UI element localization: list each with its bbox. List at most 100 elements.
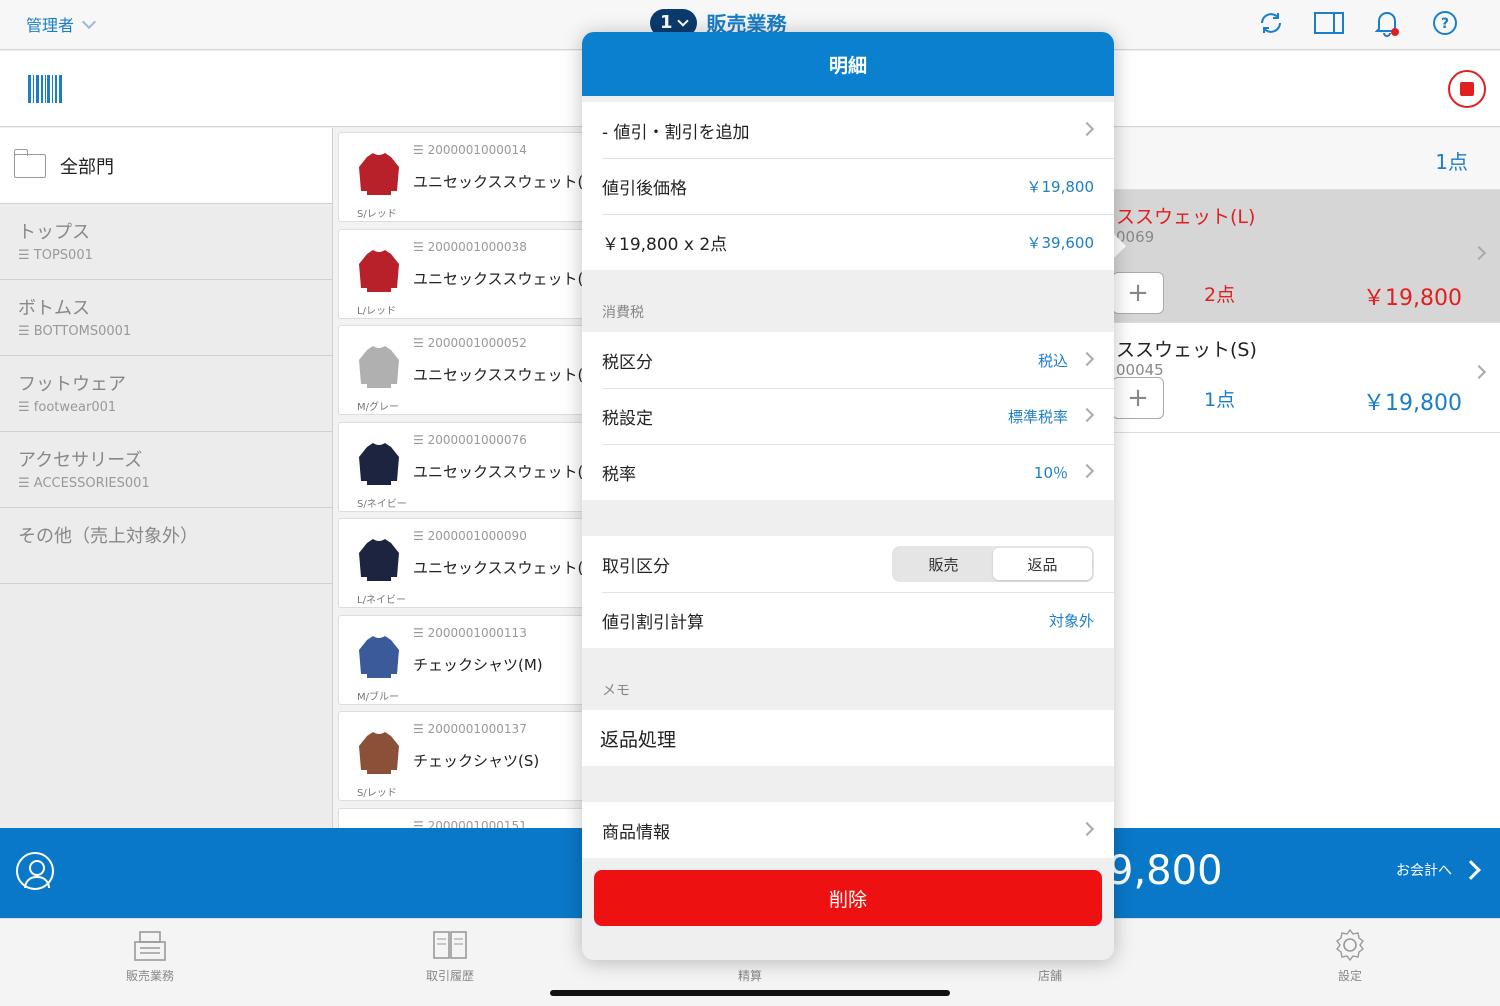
row-label: 税率	[602, 464, 636, 485]
tab-label: 取引履歴	[425, 969, 474, 983]
product-name: ユニセックススウェット(M	[413, 366, 588, 384]
discounted-price-row: 値引後価格 ￥19,800	[582, 158, 1114, 214]
stop-button[interactable]	[1448, 70, 1486, 108]
category-item[interactable]: アクセサリーズ ☰ ACCESSORIES001	[0, 432, 332, 508]
product-card[interactable]: ☰ 2000001000076 ユニセックススウェット(S S/ネイビー	[338, 421, 588, 512]
product-thumbnail	[359, 153, 399, 195]
product-code: ☰ 2000001000090	[413, 529, 527, 543]
barcode-icon[interactable]	[28, 75, 63, 103]
delete-button[interactable]: 削除	[594, 870, 1102, 926]
cart-count: 1点	[1435, 150, 1468, 174]
chevron-right-icon	[1079, 821, 1095, 837]
product-card[interactable]: ☰ 2000001000038 ユニセックススウェット(L L/レッド	[338, 228, 588, 319]
product-card[interactable]: ☰ 2000001000113 チェックシャツ(M) M/ブルー	[338, 614, 588, 705]
row-label: 値引割引計算	[602, 612, 704, 633]
register-icon	[132, 927, 168, 963]
row-label: - 値引・割引を追加	[602, 122, 750, 143]
category-item[interactable]: フットウェア ☰ footwear001	[0, 356, 332, 432]
product-code: ☰ 2000001000137	[413, 722, 527, 736]
product-thumbnail	[359, 249, 399, 292]
section-header-memo: メモ	[602, 683, 630, 699]
product-name: ユニセックススウェット(L	[413, 559, 588, 577]
product-variant: M/グレー	[357, 402, 399, 413]
chevron-right-icon	[1079, 463, 1095, 479]
product-variant: M/ブルー	[357, 691, 399, 703]
memo-field[interactable]: 返品処理	[582, 710, 1114, 766]
cart-row[interactable]: ススウェット(S) 00045 + 1点 ￥19,800	[1110, 323, 1500, 433]
delete-area: 削除	[582, 858, 1114, 946]
gear-icon	[1332, 927, 1368, 963]
segment-sale[interactable]: 販売	[894, 548, 993, 580]
product-list: ☰ 2000001000014 ユニセックススウェット(S S/レッド ☰ 20000…	[338, 128, 588, 828]
detail-list: - 値引・割引を追加 値引後価格 ￥19,800 ￥19,800 x 2点 ￥3…	[582, 102, 1114, 946]
add-discount-row[interactable]: - 値引・割引を追加	[582, 102, 1114, 158]
cart-item-name: ススウェット(L)	[1116, 206, 1256, 228]
product-code: ☰ 2000001000151	[413, 818, 527, 829]
tab-history[interactable]: 取引履歴	[390, 927, 510, 984]
chevron-right-icon	[1461, 860, 1481, 880]
row-label: 取引区分	[602, 556, 670, 577]
row-value: ￥19,800	[1026, 177, 1095, 196]
help-icon[interactable]: ?	[1430, 8, 1460, 38]
customer-icon[interactable]	[16, 852, 54, 890]
category-item[interactable]: トップス ☰ TOPS001	[0, 204, 332, 280]
bell-icon[interactable]	[1372, 8, 1402, 38]
increment-button[interactable]: +	[1112, 377, 1164, 419]
increment-button[interactable]: +	[1112, 272, 1164, 314]
category-all-label: 全部門	[60, 156, 114, 178]
tab-settings[interactable]: 設定	[1290, 927, 1410, 984]
sidebar-toggle-icon[interactable]	[1314, 8, 1344, 38]
product-code: ☰ 2000001000038	[413, 239, 527, 254]
tab-label: 販売業務	[125, 969, 174, 983]
row-value: ￥39,600	[1026, 233, 1095, 252]
category-item[interactable]: その他（売上対象外）	[0, 508, 332, 584]
product-info-row[interactable]: 商品情報	[582, 802, 1114, 858]
product-thumbnail	[359, 732, 399, 774]
tax-setting-row[interactable]: 税設定 標準税率	[582, 388, 1114, 444]
product-card[interactable]: ☰ 2000001000151	[338, 807, 588, 829]
category-code: ☰ footwear001	[18, 400, 117, 415]
category-item[interactable]: ボトムス ☰ BOTTOMS0001	[0, 280, 332, 356]
category-name: ボトムス	[18, 298, 90, 319]
user-menu[interactable]: 管理者	[26, 12, 97, 36]
product-name: ユニセックススウェット(S	[413, 462, 588, 481]
user-name: 管理者	[26, 16, 75, 35]
product-code: ☰ 2000001000076	[413, 432, 527, 447]
cart-item-qty: 2点	[1204, 284, 1236, 306]
sync-icon[interactable]	[1256, 8, 1286, 38]
cart-row[interactable]: ススウェット(L) 0069 + 2点 ￥19,800	[1110, 190, 1500, 323]
category-code: ☰ TOPS001	[18, 248, 93, 263]
tab-sales[interactable]: 販売業務	[90, 927, 210, 984]
product-card[interactable]: ☰ 2000001000014 ユニセックススウェット(S S/レッド	[338, 132, 588, 222]
home-indicator	[550, 990, 950, 996]
chevron-right-icon	[1079, 351, 1095, 367]
row-label: 税設定	[602, 408, 653, 429]
product-variant: S/レッド	[357, 209, 397, 220]
product-variant: S/レッド	[357, 788, 397, 799]
product-code: ☰ 2000001000052	[413, 336, 527, 350]
tax-rate-row[interactable]: 税率 10％	[582, 444, 1114, 500]
category-code: ☰ ACCESSORIES001	[18, 476, 150, 491]
product-variant: L/レッド	[357, 305, 396, 317]
row-label: 税区分	[602, 352, 653, 373]
checkout-button[interactable]: お会計へ	[1396, 860, 1481, 880]
product-card[interactable]: ☰ 2000001000052 ユニセックススウェット(M M/グレー	[338, 325, 588, 415]
category-all[interactable]: 全部門	[0, 128, 332, 204]
chevron-down-icon	[81, 14, 97, 30]
section-header-tax: 消費税	[602, 305, 644, 321]
chevron-down-icon	[676, 14, 689, 27]
cart-header: 1点	[1110, 128, 1500, 190]
product-card[interactable]: ☰ 2000001000090 ユニセックススウェット(L L/ネイビー	[338, 518, 588, 608]
tax-type-row[interactable]: 税区分 税込	[582, 332, 1114, 388]
category-name: トップス	[18, 222, 90, 243]
svg-text:?: ?	[1441, 16, 1449, 32]
product-code: ☰ 2000001000113	[413, 625, 527, 640]
row-value: 税込	[1037, 351, 1068, 370]
chevron-right-icon	[1471, 245, 1487, 261]
segment-return[interactable]: 返品	[993, 548, 1092, 580]
product-card[interactable]: ☰ 2000001000137 チェックシャツ(S) S/レッド	[338, 711, 588, 801]
total-amount: 9,800	[1108, 848, 1223, 894]
popover-arrow	[1112, 232, 1126, 260]
